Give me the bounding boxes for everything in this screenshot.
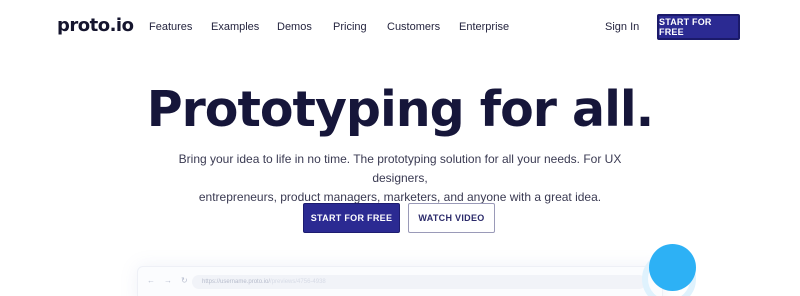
top-nav: proto.io Features Examples Demos Pricing… [0, 0, 800, 54]
nav-link-pricing[interactable]: Pricing [333, 20, 367, 34]
nav-link-features[interactable]: Features [149, 20, 192, 34]
nav-link-enterprise[interactable]: Enterprise [459, 20, 509, 34]
back-arrow-icon: ← [147, 276, 155, 285]
browser-url-bar: https://username.proto.io//previews/4756… [192, 275, 646, 289]
nav-link-demos[interactable]: Demos [277, 20, 312, 34]
hero-subtitle-line-2: entrepreneurs, product managers, markete… [198, 190, 602, 204]
hero-title: Prototyping for all. [146, 81, 655, 138]
nav-link-examples[interactable]: Examples [211, 20, 259, 34]
forward-arrow-icon: → [164, 276, 172, 285]
url-path-text: /previews/4756-4938 [270, 279, 326, 285]
browser-toolbar: ← → ↻ https://username.proto.io//preview… [138, 267, 662, 295]
proto-io-logo[interactable]: proto.io [57, 15, 134, 37]
decorative-blue-circle [649, 244, 696, 291]
hero-subtitle-line-1: Bring your idea to life in no time. The … [178, 152, 622, 185]
start-for-free-button[interactable]: START FOR FREE [303, 203, 400, 233]
reload-icon: ↻ [181, 276, 188, 285]
hero-subtitle: Bring your idea to life in no time. The … [150, 150, 650, 207]
watch-video-button[interactable]: WATCH VIDEO [408, 203, 495, 233]
nav-start-for-free-button[interactable]: START FOR FREE [657, 14, 740, 40]
url-text: https://username.proto.io/ [202, 279, 271, 285]
browser-mockup: ← → ↻ https://username.proto.io//preview… [137, 266, 663, 296]
sign-in-link[interactable]: Sign In [605, 20, 639, 34]
nav-link-customers[interactable]: Customers [387, 20, 440, 34]
